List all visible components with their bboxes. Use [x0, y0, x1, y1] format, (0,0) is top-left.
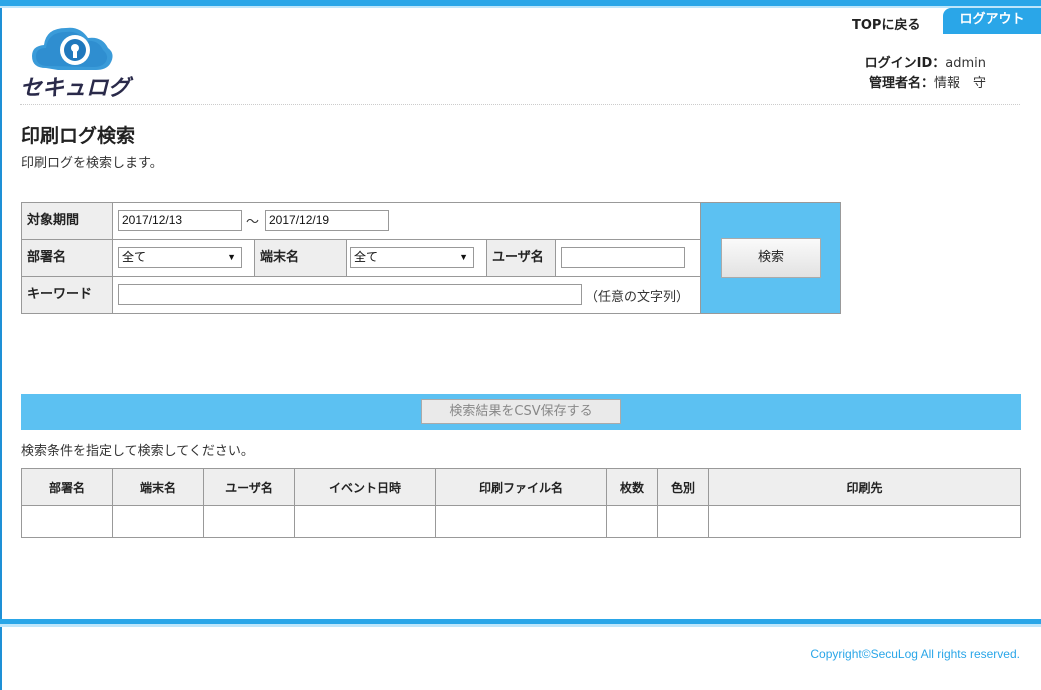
table-cell — [294, 505, 436, 538]
csv-save-button[interactable]: 検索結果をCSV保存する — [421, 399, 621, 424]
period-label: 対象期間 — [22, 203, 113, 239]
csv-bar: 検索結果をCSV保存する — [21, 394, 1021, 430]
logo-text: セキュログ — [20, 76, 134, 100]
search-row-period: 対象期間 2017/12/13 ～ 2017/12/19 — [22, 203, 700, 240]
results-table: 部署名 端末名 ユーザ名 イベント日時 印刷ファイル名 枚数 色別 印刷先 — [21, 468, 1021, 538]
table-row — [21, 505, 1021, 538]
search-form: 対象期間 2017/12/13 ～ 2017/12/19 部署名 全て ▼ 端末… — [21, 202, 841, 314]
seculog-logo[interactable]: セキュログ — [18, 18, 140, 101]
header-divider — [20, 104, 1020, 105]
date-to-input[interactable]: 2017/12/19 — [265, 210, 389, 231]
user-input[interactable] — [561, 247, 685, 268]
result-message: 検索条件を指定して検索してください。 — [21, 444, 254, 459]
col-pages[interactable]: 枚数 — [606, 468, 658, 506]
login-id-value: admin — [945, 56, 986, 71]
keyword-label: キーワード — [22, 277, 113, 313]
admin-name-label: 管理者名： — [868, 76, 934, 91]
search-button-panel: 検索 — [700, 203, 840, 313]
col-terminal[interactable]: 端末名 — [112, 468, 204, 506]
user-label: ユーザ名 — [486, 240, 556, 276]
table-cell — [203, 505, 295, 538]
footer-bar-light — [0, 624, 1041, 627]
page-description: 印刷ログを検索します。 — [21, 156, 163, 171]
admin-name-value: 情報 守 — [933, 76, 986, 91]
left-border — [0, 0, 2, 690]
logout-button[interactable]: ログアウト — [943, 8, 1041, 34]
table-cell — [657, 505, 709, 538]
col-color[interactable]: 色別 — [657, 468, 709, 506]
page-title: 印刷ログ検索 — [21, 125, 136, 147]
date-from-input[interactable]: 2017/12/13 — [118, 210, 242, 231]
col-printer[interactable]: 印刷先 — [708, 468, 1021, 506]
dept-label: 部署名 — [22, 240, 113, 276]
terminal-select-value: 全て — [354, 250, 379, 264]
table-cell — [708, 505, 1021, 538]
col-user[interactable]: ユーザ名 — [203, 468, 295, 506]
col-event-time[interactable]: イベント日時 — [294, 468, 436, 506]
table-cell — [112, 505, 204, 538]
dept-select[interactable]: 全て ▼ — [118, 247, 242, 268]
table-cell — [435, 505, 607, 538]
terminal-select[interactable]: 全て ▼ — [350, 247, 474, 268]
search-button[interactable]: 検索 — [721, 238, 821, 278]
header-top-bar-light — [0, 6, 1041, 8]
table-cell — [21, 505, 113, 538]
table-cell — [606, 505, 658, 538]
chevron-down-icon: ▼ — [459, 252, 468, 262]
search-row-filters: 部署名 全て ▼ 端末名 全て ▼ ユーザ名 — [22, 240, 700, 277]
keyword-input[interactable] — [118, 284, 582, 305]
date-range-tilde: ～ — [246, 215, 260, 230]
chevron-down-icon: ▼ — [227, 252, 236, 262]
terminal-label: 端末名 — [254, 240, 347, 276]
col-print-file[interactable]: 印刷ファイル名 — [435, 468, 607, 506]
dept-select-value: 全て — [122, 250, 147, 264]
col-dept[interactable]: 部署名 — [21, 468, 113, 506]
search-row-keyword: キーワード （任意の文字列） — [22, 277, 700, 314]
login-id-label: ログインID： — [864, 56, 946, 71]
table-header-row: 部署名 端末名 ユーザ名 イベント日時 印刷ファイル名 枚数 色別 印刷先 — [21, 468, 1021, 506]
top-link[interactable]: TOPに戻る — [852, 14, 920, 33]
keyword-hint: （任意の文字列） — [585, 290, 690, 305]
login-info: ログインID：admin 管理者名：情報 守 — [865, 54, 986, 94]
copyright: Copyright©SecuLog All rights reserved. — [810, 647, 1020, 661]
